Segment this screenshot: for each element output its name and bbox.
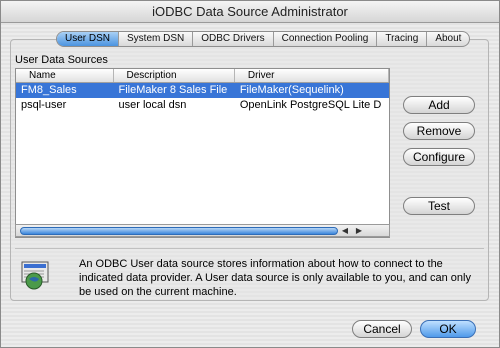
cell-name: psql-user bbox=[21, 99, 67, 111]
table-row[interactable]: FM8_Sales FileMaker 8 Sales File FileMak… bbox=[16, 83, 389, 98]
tab-connection-pooling[interactable]: Connection Pooling bbox=[272, 32, 377, 46]
tab-odbc-drivers[interactable]: ODBC Drivers bbox=[192, 32, 272, 46]
cell-description: user local dsn bbox=[118, 99, 187, 111]
section-label-user-data-sources: User Data Sources bbox=[15, 54, 108, 66]
ok-button[interactable]: OK bbox=[420, 320, 476, 338]
tab-about[interactable]: About bbox=[426, 32, 469, 46]
column-header-description[interactable]: Description bbox=[114, 69, 235, 82]
window-title: iODBC Data Source Administrator bbox=[1, 1, 499, 23]
cell-driver: OpenLink PostgreSQL Lite D bbox=[239, 99, 382, 111]
cell-name: FM8_Sales bbox=[21, 84, 77, 96]
add-button[interactable]: Add bbox=[403, 96, 475, 114]
table-header: Name Description Driver bbox=[16, 69, 389, 83]
dsn-table[interactable]: Name Description Driver FM8_Sales FileMa… bbox=[15, 68, 390, 238]
tab-tracing[interactable]: Tracing bbox=[376, 32, 426, 46]
tab-bar: User DSN System DSN ODBC Drivers Connect… bbox=[56, 31, 471, 47]
cell-description: FileMaker 8 Sales File bbox=[118, 84, 228, 96]
info-text: An ODBC User data source stores informat… bbox=[79, 258, 471, 298]
scrollbar-thumb[interactable] bbox=[20, 226, 338, 235]
horizontal-scrollbar[interactable]: ◀ ▶ bbox=[15, 224, 390, 237]
scroll-right-icon[interactable]: ▶ bbox=[352, 226, 366, 235]
remove-button[interactable]: Remove bbox=[403, 122, 475, 140]
odbc-admin-window: iODBC Data Source Administrator User DSN… bbox=[0, 0, 500, 348]
scroll-left-icon[interactable]: ◀ bbox=[338, 226, 352, 235]
table-row[interactable]: psql-user user local dsn OpenLink Postgr… bbox=[16, 98, 389, 113]
cancel-button[interactable]: Cancel bbox=[352, 320, 412, 338]
database-globe-icon bbox=[21, 261, 49, 290]
column-header-driver[interactable]: Driver bbox=[235, 69, 389, 82]
configure-button[interactable]: Configure bbox=[403, 148, 475, 166]
cell-driver: FileMaker(Sequelink) bbox=[239, 84, 344, 96]
tab-user-dsn[interactable]: User DSN bbox=[57, 32, 119, 46]
test-button[interactable]: Test bbox=[403, 197, 475, 215]
tab-system-dsn[interactable]: System DSN bbox=[118, 32, 192, 46]
column-header-name[interactable]: Name bbox=[16, 69, 114, 82]
